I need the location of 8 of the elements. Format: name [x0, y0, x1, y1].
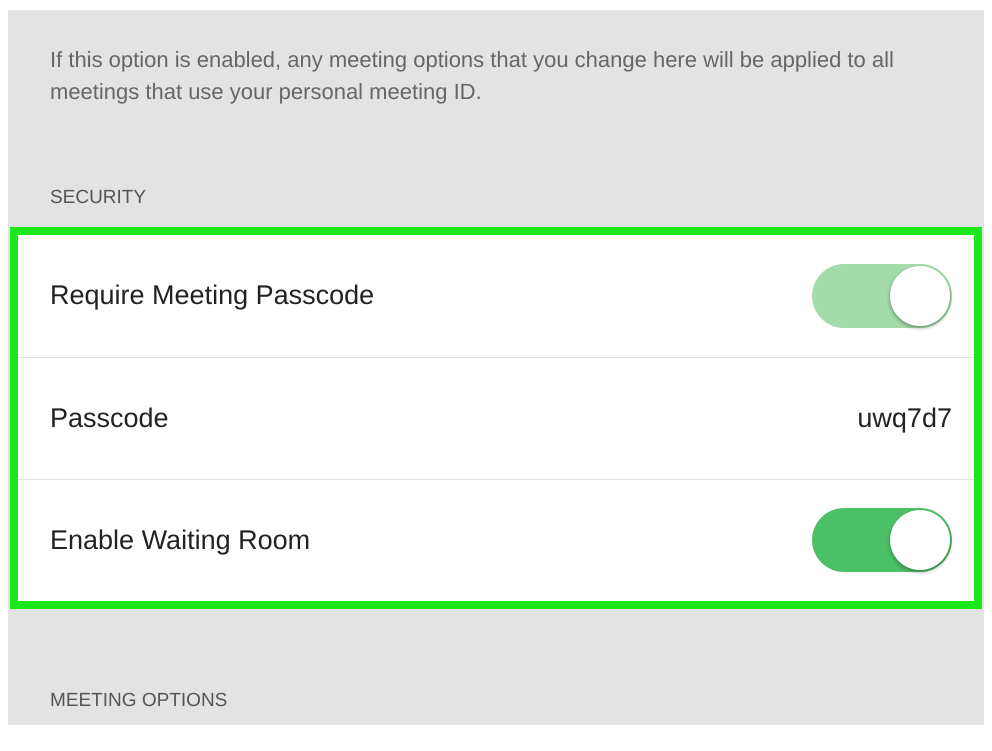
section-header: MEETING OPTIONS: [50, 688, 228, 712]
passcode-value: uwq7d7: [857, 402, 952, 435]
setting-label: Passcode: [50, 402, 169, 435]
setting-label: Enable Waiting Room: [50, 524, 310, 557]
toggle-switch[interactable]: [812, 508, 952, 572]
setting-label: Require Meeting Passcode: [50, 279, 374, 312]
description-text: If this option is enabled, any meeting options that you change here will be applied to all meetings that use your personal meeting ID.: [50, 46, 895, 106]
section-header: SECURITY: [50, 186, 146, 210]
